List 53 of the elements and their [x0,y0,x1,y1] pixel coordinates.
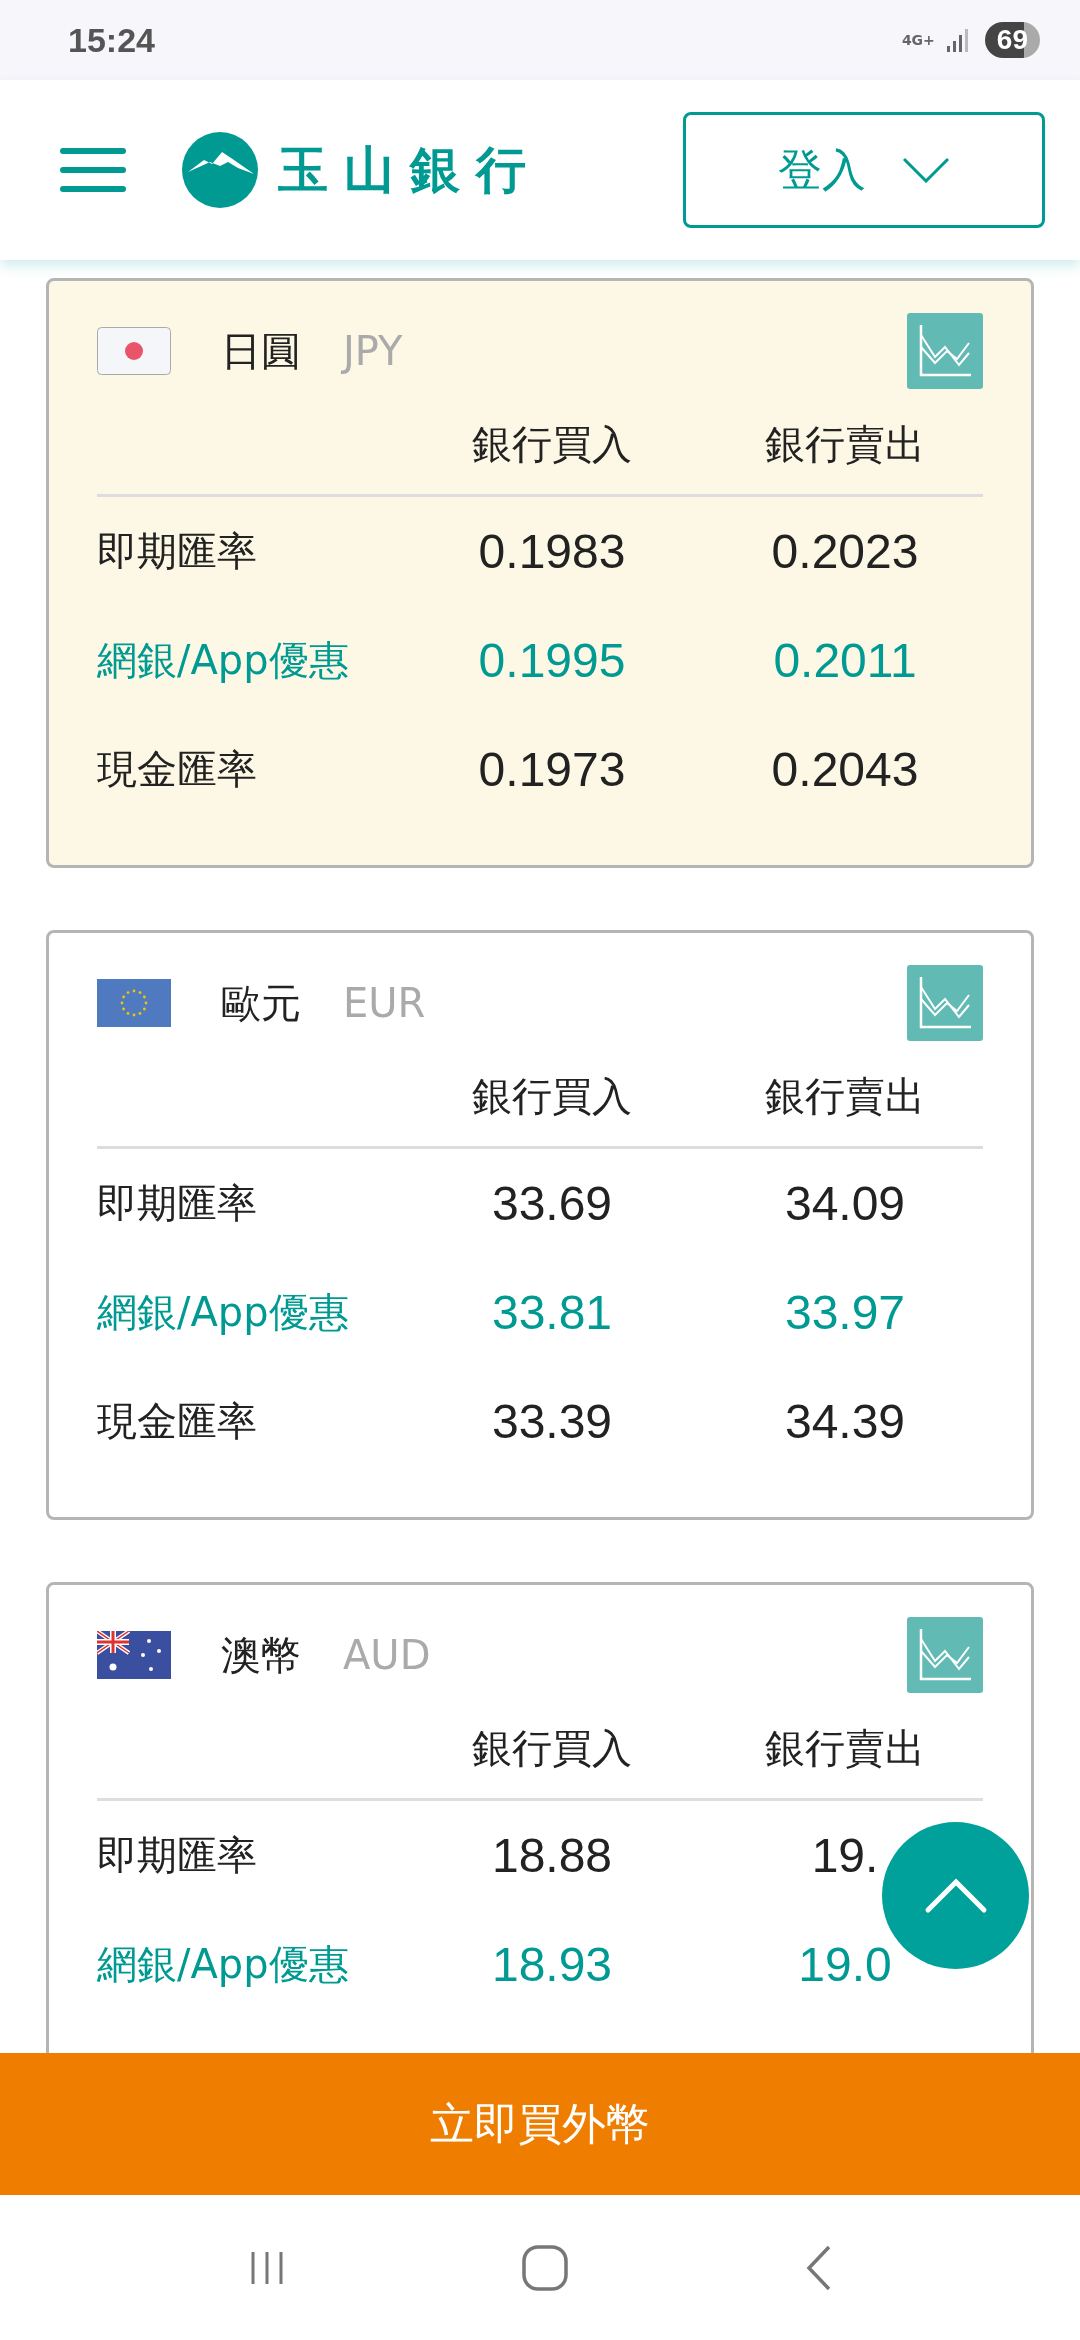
currency-code: JPY [343,328,403,374]
network-type: 4G+ [901,32,935,48]
rate-label: 即期匯率 [97,1179,258,1228]
sell-rate: 34.09 [783,1176,907,1231]
sell-rate: 0.2043 [770,742,920,797]
status-time: 15:24 [68,20,155,60]
buy-rate: 33.81 [490,1285,614,1340]
rate-label: 即期匯率 [97,527,258,576]
column-header: 銀行買入 [471,420,633,469]
rate-label: 即期匯率 [97,1831,258,1880]
sell-rate: 33.97 [783,1285,907,1340]
rate-label: 網銀/App優惠 [97,1288,350,1337]
buy-rate: 0.1973 [477,742,627,797]
buy-rate: 0.1995 [477,633,627,688]
sell-rate: 34.39 [783,1394,907,1449]
currency-name: 日圓 [221,326,301,376]
japan-flag-icon [97,327,171,375]
line-chart-icon[interactable] [907,965,983,1041]
australia-flag-icon [97,1631,171,1679]
column-header: 銀行賣出 [764,420,926,469]
chevron-down-icon [902,157,950,183]
rate-label: 網銀/App優惠 [97,1940,350,1989]
line-chart-icon[interactable] [907,1617,983,1693]
buy-rate: 33.39 [490,1394,614,1449]
chevron-up-icon [923,1877,988,1914]
currency-name: 歐元 [221,978,301,1028]
rate-label: 現金匯率 [97,745,258,794]
column-header: 銀行買入 [471,1724,633,1773]
currency-code: AUD [343,1632,431,1678]
rate-label: 現金匯率 [97,1397,258,1446]
mountain-logo-icon [182,132,258,208]
currency-name: 澳幣 [221,1630,301,1680]
buy-rate: 18.88 [490,1828,614,1883]
login-button[interactable]: 登入 [683,112,1045,228]
rate-label: 網銀/App優惠 [97,636,350,685]
battery-indicator: 69 [984,22,1040,58]
buy-rate: 0.1983 [477,524,627,579]
currency-code: EUR [343,980,426,1026]
column-header: 銀行賣出 [764,1072,926,1121]
line-chart-icon[interactable] [907,313,983,389]
sell-rate: 19.0 [797,1937,893,1992]
sell-rate: 0.2023 [770,524,920,579]
buy-rate: 18.93 [490,1937,614,1992]
sell-rate: 19. [810,1828,880,1883]
column-header: 銀行賣出 [764,1724,926,1773]
home-icon[interactable] [520,2242,570,2293]
bank-name: 玉山銀行 [278,139,542,201]
menu-icon[interactable] [60,146,126,194]
buy-foreign-currency-button[interactable]: 立即買外幣 [0,2053,1080,2195]
column-header: 銀行買入 [471,1072,633,1121]
sell-rate: 0.2011 [772,633,918,688]
buy-rate: 33.69 [490,1176,614,1231]
eu-flag-icon [97,979,171,1027]
